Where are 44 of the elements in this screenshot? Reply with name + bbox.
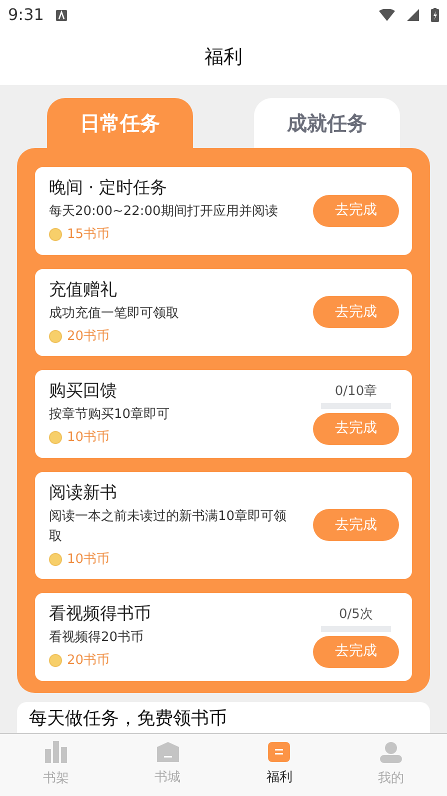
- status-time: 9:31: [8, 4, 44, 26]
- reward-amount: 20书币: [67, 652, 110, 670]
- bookshelf-icon: [44, 741, 67, 764]
- notification-icon: [56, 10, 67, 20]
- complete-button[interactable]: 去完成: [313, 509, 399, 542]
- task-title: 晚间 · 定时任务: [49, 177, 168, 199]
- task-title: 看视频得书币: [49, 603, 152, 625]
- page-title: 福利: [204, 45, 242, 70]
- coin-icon: [49, 228, 62, 242]
- task-tab[interactable]: 日常任务: [47, 98, 193, 148]
- store-icon: [156, 742, 179, 762]
- profile-icon: [380, 741, 402, 764]
- nav-tab[interactable]: 书城: [112, 734, 224, 796]
- gift-card-icon: [268, 742, 290, 762]
- nav-tab[interactable]: 我的: [335, 734, 447, 796]
- complete-button[interactable]: 去完成: [313, 636, 399, 668]
- task-description: 成功充值一笔即可领取: [49, 304, 180, 322]
- progress-text: 0/10章: [334, 382, 378, 401]
- task-description: 看视频得20书币: [49, 629, 145, 647]
- reward-amount: 15书币: [67, 226, 110, 244]
- signal-icon: [407, 9, 419, 21]
- nav-tab[interactable]: 书架: [0, 734, 112, 796]
- coin-icon: [49, 654, 62, 668]
- nav-tab[interactable]: 福利: [224, 734, 336, 796]
- wifi-icon: [379, 9, 395, 21]
- task-tab[interactable]: 成就任务: [254, 98, 400, 148]
- reward-amount: 20书币: [67, 328, 110, 346]
- task-title: 阅读新书: [49, 482, 118, 504]
- task-description: 按章节购买10章即可: [49, 406, 171, 424]
- task-title: 充值赠礼: [49, 278, 118, 300]
- coin-icon: [49, 330, 62, 343]
- complete-button[interactable]: 去完成: [313, 412, 399, 445]
- info-title: 每天做任务，免费领书币: [29, 708, 227, 728]
- task-description: 每天20:00~22:00期间打开应用并阅读: [49, 203, 279, 221]
- reward-amount: 10书币: [67, 429, 110, 447]
- battery-icon: [431, 8, 439, 22]
- task-title: 购买回馈: [49, 380, 118, 402]
- coin-icon: [49, 431, 62, 444]
- coin-icon: [49, 552, 62, 566]
- complete-button[interactable]: 去完成: [313, 194, 399, 227]
- progress-text: 0/5次: [339, 606, 373, 624]
- reward-amount: 10书币: [67, 550, 110, 568]
- task-description: 阅读一本之前未读过的新书满10章即可领取: [49, 508, 288, 546]
- complete-button[interactable]: 去完成: [313, 296, 399, 328]
